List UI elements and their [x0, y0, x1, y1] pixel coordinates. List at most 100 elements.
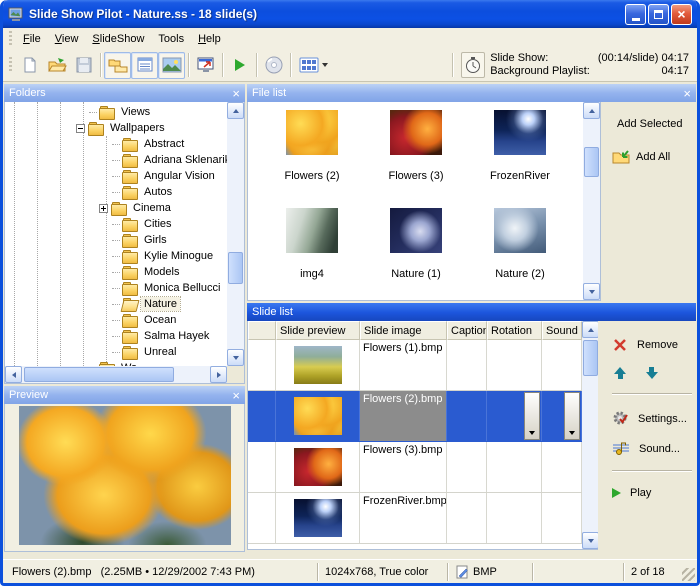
collapse-icon[interactable]: [76, 124, 85, 133]
tree-item-wallpapers[interactable]: Wallpapers: [5, 120, 227, 136]
tree-item-views[interactable]: Views: [5, 104, 227, 120]
rotation-dropdown[interactable]: [524, 392, 540, 440]
tree-item-kylie-minogue[interactable]: Kylie Minogue: [5, 248, 227, 264]
scroll-thumb[interactable]: [228, 252, 243, 284]
move-down-button[interactable]: [646, 367, 658, 379]
scroll-track[interactable]: [582, 338, 599, 532]
file-item[interactable]: Nature (2): [468, 208, 572, 300]
toolbar-separator: [452, 53, 453, 77]
show-preview-button[interactable]: [158, 52, 185, 79]
close-button[interactable]: ×: [671, 4, 692, 25]
slide-row-1[interactable]: Flowers (1).bmp: [248, 340, 582, 391]
file-list-vertical-scrollbar[interactable]: [583, 102, 600, 300]
scroll-up-button[interactable]: [227, 102, 244, 119]
scroll-left-button[interactable]: [5, 366, 22, 383]
menu-slideshow[interactable]: SlideShow: [85, 30, 151, 48]
resize-grip[interactable]: [682, 568, 695, 581]
add-all-button[interactable]: Add All: [611, 148, 692, 165]
menu-file[interactable]: File: [16, 30, 48, 48]
scroll-up-button[interactable]: [582, 321, 599, 338]
minimize-button[interactable]: [625, 4, 646, 25]
filelist-pane-icon: [136, 57, 154, 73]
slide-row-4[interactable]: FrozenRiver.bmp: [248, 493, 582, 544]
column-header-caption[interactable]: Caption: [447, 321, 487, 340]
slide-image-cell: Flowers (3).bmp: [360, 442, 447, 492]
tree-item-clipped[interactable]: Wa: [5, 360, 227, 366]
show-folders-button[interactable]: [104, 52, 131, 79]
settings-button[interactable]: Settings...: [612, 410, 692, 427]
scroll-track[interactable]: [22, 366, 210, 383]
maximize-button[interactable]: [648, 4, 669, 25]
menu-help[interactable]: Help: [191, 30, 228, 48]
scroll-thumb[interactable]: [24, 367, 174, 382]
tree-item-unreal[interactable]: Unreal: [5, 344, 227, 360]
tree-item-models[interactable]: Models: [5, 264, 227, 280]
preview-close-icon[interactable]: ×: [232, 389, 240, 402]
scroll-down-button[interactable]: [582, 532, 599, 549]
add-selected-button[interactable]: Add Selected: [611, 118, 692, 130]
tree-item-cinema[interactable]: Cinema: [5, 200, 227, 216]
tree-item-autos[interactable]: Autos: [5, 184, 227, 200]
play-button[interactable]: Play: [612, 487, 692, 499]
slide-row-2-selected[interactable]: Flowers (2).bmp: [248, 391, 582, 442]
tree-item-ocean[interactable]: Ocean: [5, 312, 227, 328]
scroll-track[interactable]: [227, 119, 244, 349]
column-header-slide-image[interactable]: Slide image: [360, 321, 447, 340]
tree-item-nature[interactable]: Nature: [5, 296, 227, 312]
slide-list-vertical-scrollbar[interactable]: [582, 321, 599, 549]
burn-cd-button[interactable]: [260, 52, 287, 79]
file-item[interactable]: FrozenRiver: [468, 110, 572, 208]
open-button[interactable]: [43, 52, 70, 79]
column-header-rotation[interactable]: Rotation: [487, 321, 542, 340]
folders-close-icon[interactable]: ×: [232, 87, 240, 100]
menubar-grip[interactable]: [9, 31, 12, 47]
tree-item-abstract[interactable]: Abstract: [5, 136, 227, 152]
timer-button[interactable]: [461, 52, 485, 78]
column-header[interactable]: [248, 321, 276, 340]
menu-view[interactable]: View: [48, 30, 86, 48]
file-item[interactable]: Nature (1): [364, 208, 468, 300]
file-item[interactable]: img4: [260, 208, 364, 300]
column-header-sound[interactable]: Sound: [542, 321, 582, 340]
row-indicator-cell: [248, 391, 276, 441]
scroll-down-button[interactable]: [583, 283, 600, 300]
thumbnail-view-button[interactable]: [294, 52, 332, 79]
scroll-up-button[interactable]: [583, 102, 600, 119]
folders-horizontal-scrollbar[interactable]: [5, 366, 227, 383]
scroll-down-button[interactable]: [227, 349, 244, 366]
folders-vertical-scrollbar[interactable]: [227, 102, 244, 366]
column-header-slide-preview[interactable]: Slide preview: [276, 321, 360, 340]
sound-button[interactable]: Sound...: [612, 441, 692, 456]
file-item[interactable]: Flowers (2): [260, 110, 364, 208]
minimize-icon: [632, 18, 640, 21]
tree-item-girls[interactable]: Girls: [5, 232, 227, 248]
tree-item-monica-bellucci[interactable]: Monica Bellucci: [5, 280, 227, 296]
tree-item-salma-hayek[interactable]: Salma Hayek: [5, 328, 227, 344]
slide-row-3[interactable]: Flowers (3).bmp: [248, 442, 582, 493]
folder-icon: [88, 122, 103, 135]
file-item[interactable]: Flowers (3): [364, 110, 468, 208]
tree-item-angular-vision[interactable]: Angular Vision: [5, 168, 227, 184]
toolbar-grip[interactable]: [9, 57, 12, 73]
play-slideshow-button[interactable]: [226, 52, 253, 79]
scroll-right-button[interactable]: [210, 366, 227, 383]
separator: [612, 470, 692, 471]
move-up-button[interactable]: [614, 367, 626, 379]
new-button[interactable]: [16, 52, 43, 79]
toolbar-separator: [100, 53, 101, 77]
menu-tools[interactable]: Tools: [151, 30, 191, 48]
save-button[interactable]: [70, 52, 97, 79]
remove-button[interactable]: Remove: [612, 337, 692, 353]
tree-item-adriana[interactable]: Adriana Sklenarik: [5, 152, 227, 168]
scroll-thumb[interactable]: [584, 147, 599, 177]
file-list-close-icon[interactable]: ×: [683, 87, 691, 100]
sound-dropdown[interactable]: [564, 392, 580, 440]
expand-icon[interactable]: [99, 204, 108, 213]
scroll-track[interactable]: [583, 119, 600, 283]
slideshow-window-button[interactable]: [192, 52, 219, 79]
app-window: Slide Show Pilot - Nature.ss - 18 slide(…: [0, 0, 700, 586]
show-filelist-button[interactable]: [131, 52, 158, 79]
scroll-thumb[interactable]: [583, 340, 598, 376]
rotation-cell: [487, 391, 542, 441]
tree-item-cities[interactable]: Cities: [5, 216, 227, 232]
